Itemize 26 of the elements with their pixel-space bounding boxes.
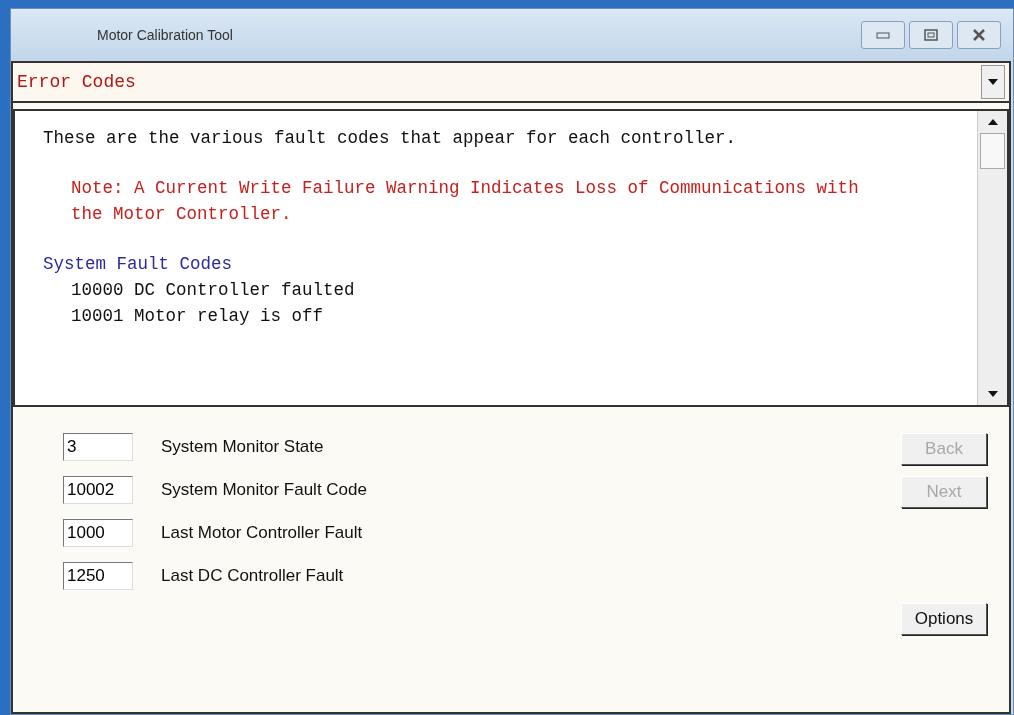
field-label: Last DC Controller Fault — [161, 565, 344, 588]
note-text: Note: A Current Write Failure Warning Indicates Loss of Communications with the Motor Controller. — [71, 177, 860, 226]
field-label: Last Motor Controller Fault — [161, 522, 363, 545]
field-label: System Monitor Fault Code — [161, 479, 367, 502]
caret-icon — [988, 79, 998, 85]
value-field[interactable]: 10002 — [63, 476, 133, 504]
window-title: Motor Calibration Tool — [97, 25, 234, 45]
close-icon — [972, 29, 986, 41]
scrollbar[interactable] — [977, 111, 1007, 405]
close-button[interactable] — [957, 21, 1001, 49]
field-label: System Monitor State — [161, 436, 324, 459]
maximize-button[interactable] — [909, 21, 953, 49]
minimize-icon — [876, 31, 890, 39]
maximize-icon — [924, 29, 938, 41]
dropdown-value: Error Codes — [16, 70, 137, 94]
scroll-thumb[interactable] — [980, 133, 1005, 169]
section-heading: System Fault Codes — [43, 253, 234, 276]
topic-dropdown[interactable]: Error Codes — [13, 63, 1009, 103]
options-button[interactable]: Options — [901, 603, 987, 635]
value-field[interactable]: 3 — [63, 433, 133, 461]
fault-code-item: 10000 DC Controller faulted — [71, 279, 356, 302]
help-paragraph: These are the various fault codes that appear for each controller. — [43, 127, 738, 150]
value-field[interactable]: 1000 — [63, 519, 133, 547]
value-field[interactable]: 1250 — [63, 562, 133, 590]
dropdown-arrow-button[interactable] — [981, 65, 1005, 99]
fault-code-item: 10001 Motor relay is off — [71, 305, 325, 328]
